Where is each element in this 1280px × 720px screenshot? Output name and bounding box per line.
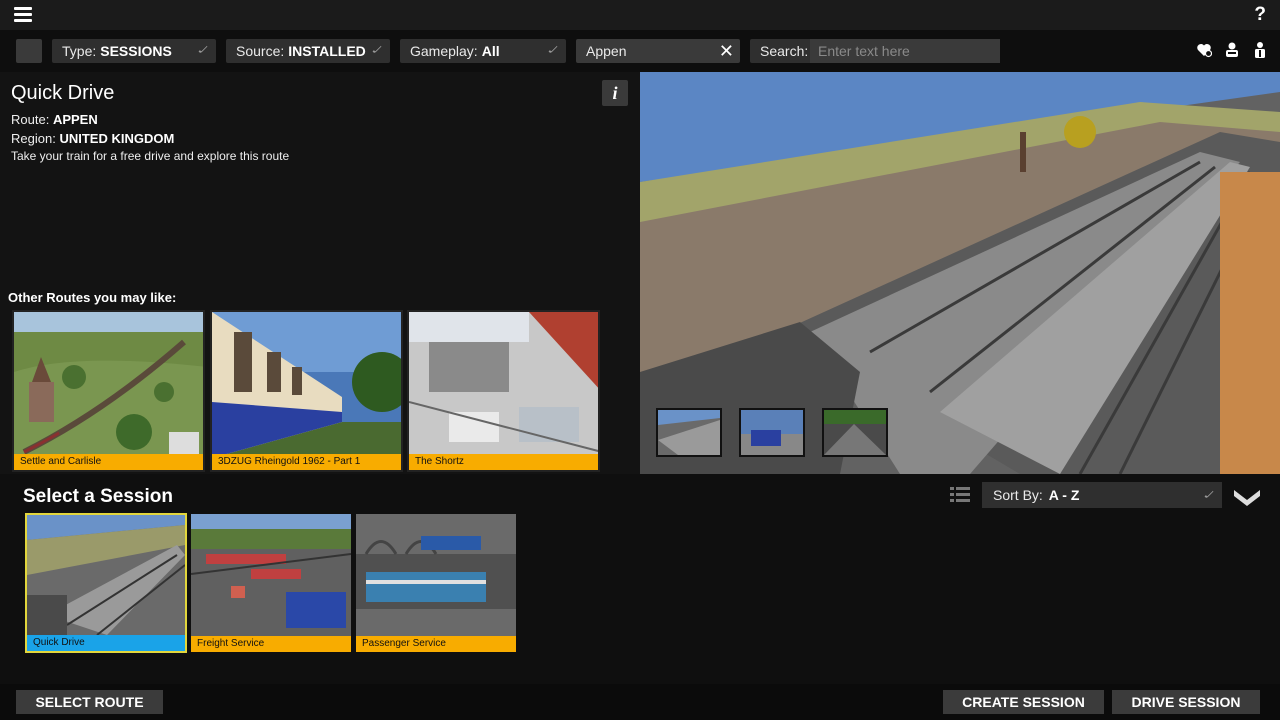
region-label: Region: bbox=[11, 131, 56, 146]
route-thumbnail-image bbox=[409, 312, 598, 458]
top-bar: ? bbox=[0, 0, 1280, 30]
collapse-chevron-icon[interactable] bbox=[1232, 482, 1262, 510]
info-button[interactable]: i bbox=[602, 80, 628, 106]
station-scene-image bbox=[640, 72, 1280, 474]
help-button[interactable]: ? bbox=[1254, 4, 1266, 26]
preview-thumbnail-image bbox=[658, 410, 720, 455]
route-preview-image bbox=[640, 72, 1280, 474]
filter-square-button[interactable] bbox=[16, 39, 42, 63]
region-line: Region: UNITED KINGDOM bbox=[11, 131, 174, 146]
other-routes-label: Other Routes you may like: bbox=[8, 290, 177, 305]
driver-icon[interactable] bbox=[1224, 41, 1240, 59]
route-label: Route: bbox=[11, 112, 50, 127]
session-card-passenger-service[interactable]: Passenger Service bbox=[356, 514, 516, 652]
select-route-button[interactable]: SELECT ROUTE bbox=[16, 690, 163, 714]
session-section: Select a Session Sort By: A - Z Quick Dri… bbox=[0, 474, 1280, 684]
select-session-heading: Select a Session bbox=[23, 486, 173, 507]
sort-by-dropdown[interactable]: Sort By: A - Z bbox=[982, 482, 1222, 508]
bottom-action-bar: SELECT ROUTE CREATE SESSION DRIVE SESSIO… bbox=[0, 684, 1280, 720]
hamburger-menu-icon[interactable] bbox=[14, 7, 32, 22]
preview-thumbnail-image bbox=[824, 410, 886, 455]
session-thumbnail-image bbox=[27, 515, 185, 636]
create-session-button[interactable]: CREATE SESSION bbox=[943, 690, 1104, 714]
player-icon[interactable] bbox=[1252, 41, 1268, 59]
chevron-down-icon bbox=[198, 44, 208, 54]
type-filter-label: Type: bbox=[62, 43, 97, 59]
gameplay-filter-label: Gameplay: bbox=[410, 43, 478, 59]
route-card-label: The Shortz bbox=[409, 454, 598, 470]
sort-by-value: A - Z bbox=[1048, 487, 1080, 503]
route-card-settle-carlisle[interactable]: Settle and Carlisle bbox=[12, 310, 205, 472]
session-thumbnail-image bbox=[191, 514, 351, 636]
source-filter-dropdown[interactable]: Source: INSTALLED bbox=[226, 39, 390, 63]
route-description: Take your train for a free drive and exp… bbox=[11, 149, 290, 163]
session-card-label: Freight Service bbox=[191, 636, 351, 652]
drive-session-button[interactable]: DRIVE SESSION bbox=[1112, 690, 1260, 714]
preview-thumbnail-image bbox=[741, 410, 803, 455]
sort-by-label: Sort By: bbox=[993, 487, 1043, 503]
type-filter-value: SESSIONS bbox=[100, 43, 172, 59]
region-value: UNITED KINGDOM bbox=[59, 131, 175, 146]
search-label: Search: bbox=[760, 43, 809, 59]
session-card-freight-service[interactable]: Freight Service bbox=[191, 514, 351, 652]
preview-thumbnail[interactable] bbox=[739, 408, 805, 457]
type-filter-dropdown[interactable]: Type: SESSIONS bbox=[52, 39, 216, 63]
route-thumbnail-image bbox=[14, 312, 203, 458]
session-thumbnail-image bbox=[356, 514, 516, 636]
gameplay-filter-dropdown[interactable]: Gameplay: All bbox=[400, 39, 566, 63]
source-filter-value: INSTALLED bbox=[288, 43, 366, 59]
clear-route-filter-icon[interactable]: ✕ bbox=[719, 39, 734, 63]
route-value: APPEN bbox=[52, 112, 98, 127]
route-card-shortz[interactable]: The Shortz bbox=[407, 310, 600, 472]
route-card-rheingold[interactable]: 3DZUG Rheingold 1962 - Part 1 bbox=[210, 310, 403, 472]
route-card-label: 3DZUG Rheingold 1962 - Part 1 bbox=[212, 454, 401, 470]
favourites-icon[interactable] bbox=[1196, 41, 1212, 59]
chevron-down-icon bbox=[548, 44, 558, 54]
gameplay-filter-value: All bbox=[481, 43, 500, 59]
filter-bar: Type: SESSIONS Source: INSTALLED Gameplay:… bbox=[0, 30, 1280, 72]
source-filter-label: Source: bbox=[236, 43, 285, 59]
session-title: Quick Drive bbox=[11, 82, 115, 104]
route-card-label: Settle and Carlisle bbox=[14, 454, 203, 470]
session-card-quick-drive[interactable]: Quick Drive bbox=[25, 513, 187, 653]
route-filter-value: Appen bbox=[586, 43, 627, 59]
route-line: Route: APPEN bbox=[11, 112, 98, 127]
list-view-icon[interactable] bbox=[950, 486, 970, 504]
chevron-down-icon bbox=[1204, 489, 1214, 499]
search-input[interactable] bbox=[810, 39, 1000, 63]
session-card-label: Passenger Service bbox=[356, 636, 516, 652]
preview-thumbnail[interactable] bbox=[656, 408, 722, 457]
route-filter-chip[interactable]: Appen ✕ bbox=[576, 39, 740, 63]
search-box: Search: bbox=[750, 39, 1000, 63]
chevron-down-icon bbox=[372, 44, 382, 54]
route-thumbnail-image bbox=[212, 312, 401, 458]
preview-thumbnail[interactable] bbox=[822, 408, 888, 457]
route-info-panel: Quick Drive i Route: APPEN Region: UNITE… bbox=[0, 72, 640, 474]
session-card-label: Quick Drive bbox=[27, 635, 185, 651]
